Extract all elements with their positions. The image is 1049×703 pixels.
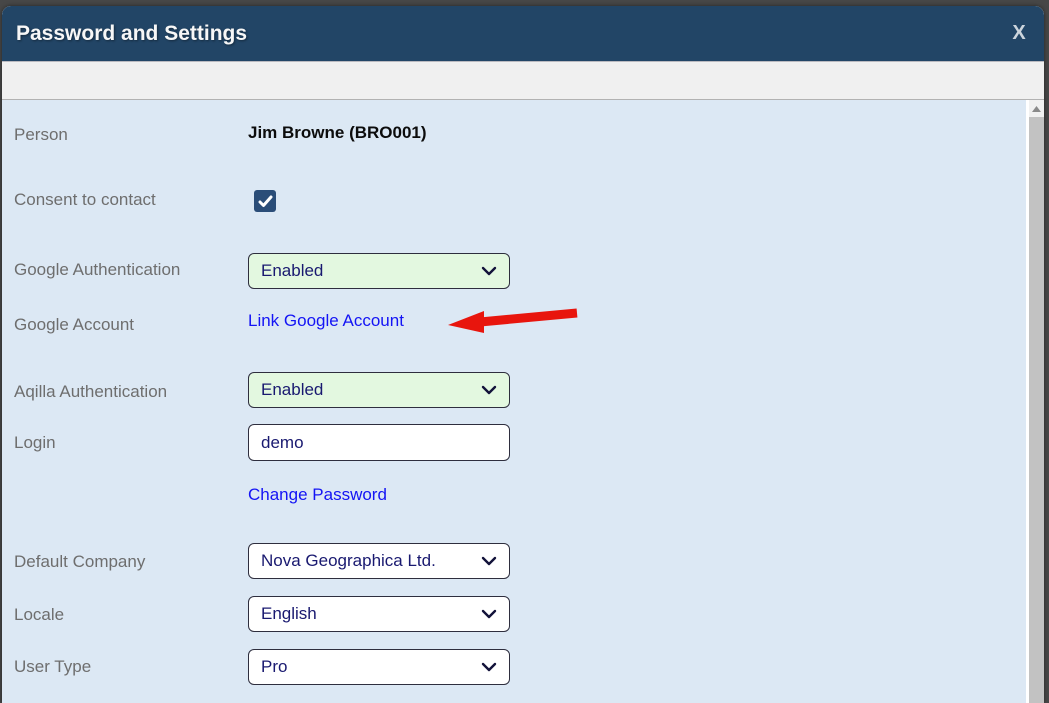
chevron-down-icon xyxy=(481,609,497,619)
locale-selected-value: English xyxy=(261,604,477,624)
dialog-header: Password and Settings X xyxy=(2,6,1044,61)
red-arrow-annotation-icon xyxy=(446,300,582,334)
google-auth-label: Google Authentication xyxy=(14,260,180,280)
vertical-scrollbar[interactable] xyxy=(1026,100,1044,703)
dialog-body: Person Jim Browne (BRO001) Consent to co… xyxy=(2,100,1044,703)
chevron-down-icon xyxy=(481,266,497,276)
google-account-label: Google Account xyxy=(14,315,134,335)
dialog-toolbar xyxy=(2,61,1044,100)
user-type-label: User Type xyxy=(14,657,91,677)
user-type-select[interactable]: Pro xyxy=(248,649,510,685)
consent-label: Consent to contact xyxy=(14,190,156,210)
google-auth-selected-value: Enabled xyxy=(261,261,477,281)
default-company-select[interactable]: Nova Geographica Ltd. xyxy=(248,543,510,579)
person-label: Person xyxy=(14,125,68,145)
close-button[interactable]: X xyxy=(1004,6,1034,61)
user-type-selected-value: Pro xyxy=(261,657,477,677)
chevron-down-icon xyxy=(481,556,497,566)
default-company-label: Default Company xyxy=(14,552,145,572)
default-company-selected-value: Nova Geographica Ltd. xyxy=(261,551,477,571)
locale-select[interactable]: English xyxy=(248,596,510,632)
aqilla-auth-label: Aqilla Authentication xyxy=(14,382,167,402)
login-label: Login xyxy=(14,433,56,453)
password-settings-dialog: Password and Settings X Person Jim Brown… xyxy=(2,6,1044,703)
aqilla-auth-selected-value: Enabled xyxy=(261,380,477,400)
chevron-down-icon xyxy=(481,662,497,672)
consent-checkbox[interactable] xyxy=(254,190,276,212)
scroll-up-arrow-icon xyxy=(1032,106,1041,112)
person-value: Jim Browne (BRO001) xyxy=(248,123,427,143)
google-auth-select[interactable]: Enabled xyxy=(248,253,510,289)
link-google-account-link[interactable]: Link Google Account xyxy=(248,311,404,331)
login-input[interactable] xyxy=(248,424,510,461)
scrollbar-thumb[interactable] xyxy=(1029,117,1044,703)
dialog-title: Password and Settings xyxy=(2,6,1044,61)
locale-label: Locale xyxy=(14,605,64,625)
scroll-up-button[interactable] xyxy=(1029,100,1044,117)
checkmark-icon xyxy=(258,195,273,208)
aqilla-auth-select[interactable]: Enabled xyxy=(248,372,510,408)
change-password-link[interactable]: Change Password xyxy=(248,485,387,505)
chevron-down-icon xyxy=(481,385,497,395)
